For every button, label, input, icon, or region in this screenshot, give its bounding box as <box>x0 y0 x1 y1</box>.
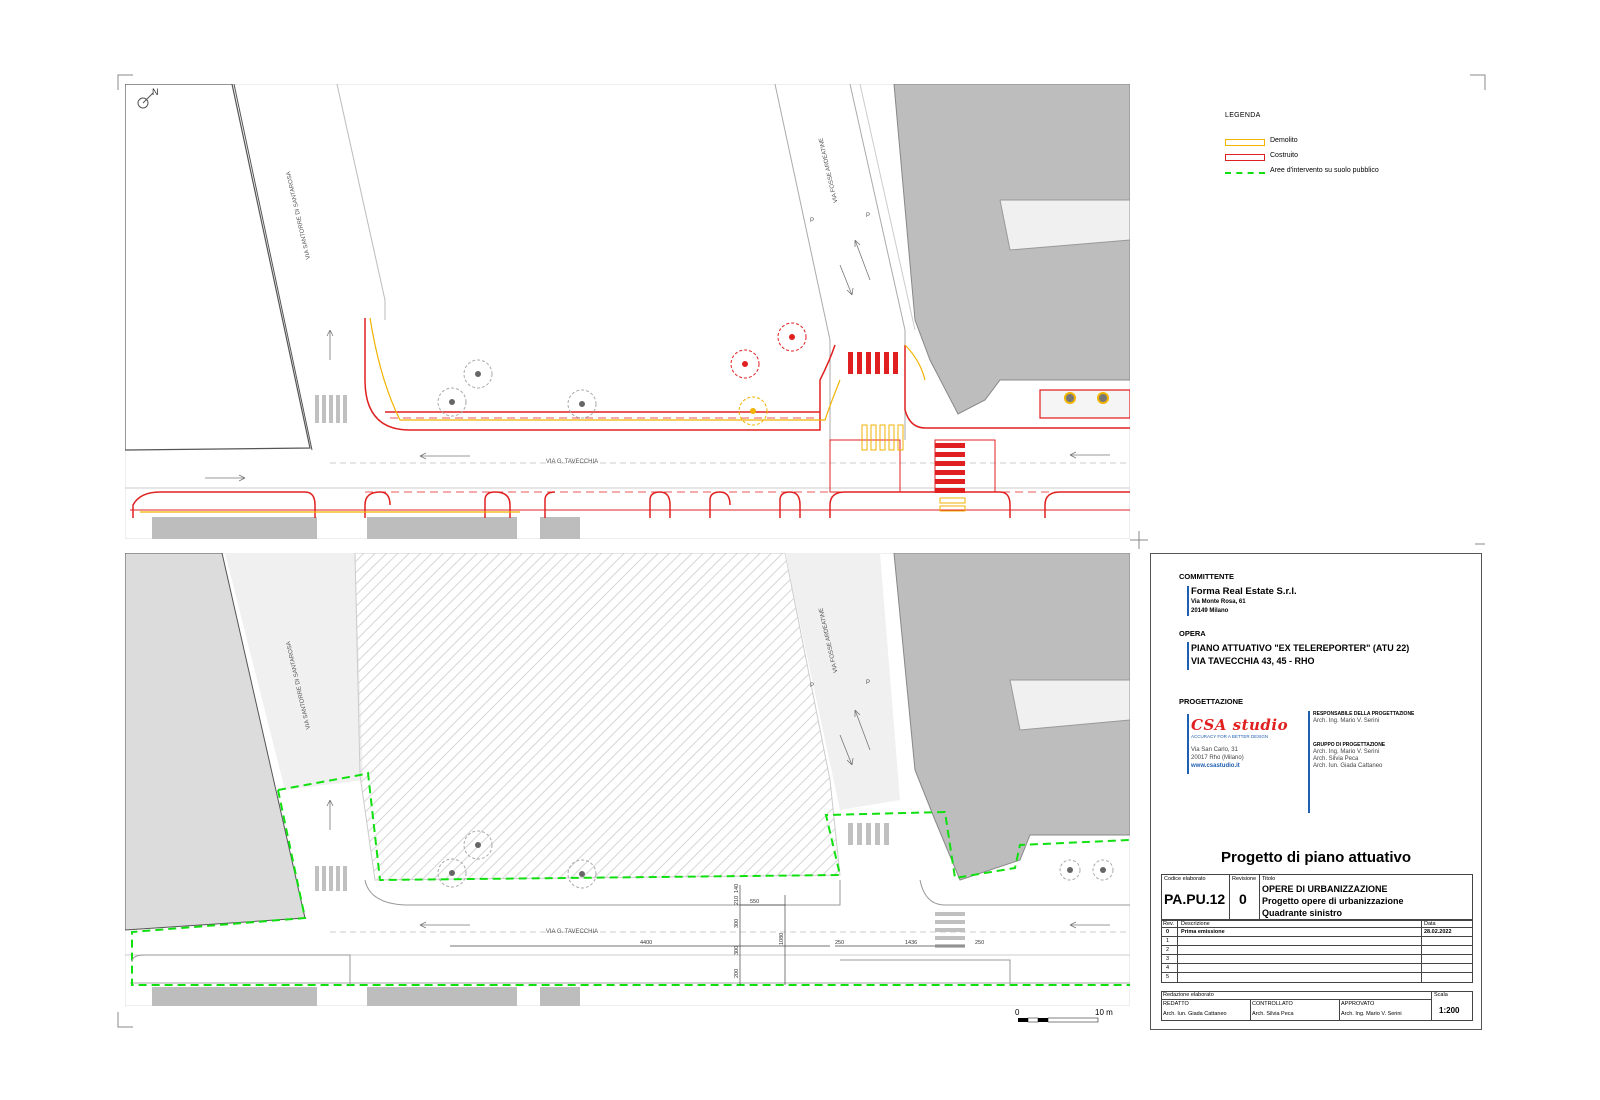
opera-line-2: VIA TAVECCHIA 43, 45 - RHO <box>1191 656 1315 666</box>
street-label-tavecchia: VIA G. TAVECCHIA <box>546 459 598 465</box>
redatto-label: REDATTO <box>1163 1001 1189 1007</box>
dim-250: 250 <box>975 940 984 946</box>
legend-item-aree: Aree d'intervento su suolo pubblico <box>1225 167 1485 179</box>
titolo-line-3: Quadrante sinistro <box>1262 908 1343 918</box>
street-label-tavecchia: VIA G. TAVECCHIA <box>546 929 598 935</box>
legend-item-costruito: Costruito <box>1225 152 1485 164</box>
dim-300: 300 <box>734 919 740 928</box>
legend-swatch <box>1225 139 1265 146</box>
svg-text:N: N <box>152 87 159 97</box>
rev-row-date: 28.02.2022 <box>1424 929 1452 935</box>
scale-bar: 0 10 m <box>1015 1008 1113 1023</box>
resp-label: RESPONSABILE DELLA PROGETTAZIONE <box>1313 711 1415 717</box>
titolo-line-2: Progetto opere di urbanizzazione <box>1262 896 1404 906</box>
dim-140: 140 <box>734 884 740 893</box>
committente-name: Forma Real Estate S.r.l. <box>1191 586 1297 597</box>
committente-label: COMMITTENTE <box>1179 572 1234 581</box>
legend-title: LEGENDA <box>1225 112 1261 119</box>
rev-row-number: 4 <box>1166 965 1170 971</box>
rev-row-desc: Prima emissione <box>1181 929 1225 935</box>
gruppo-label: GRUPPO DI PROGETTAZIONE <box>1313 742 1386 748</box>
parking-mark: P <box>866 213 870 219</box>
date-header: Data <box>1424 921 1436 927</box>
approvato-label: APPROVATO <box>1341 1001 1375 1007</box>
top-plan-panel: VIA SANTORRE DI SANTAROSA VIA FOSSE ARDE… <box>125 84 1130 539</box>
dim-200: 200 <box>734 969 740 978</box>
gruppo-member: Arch. Ing. Mario V. Serini <box>1313 749 1380 755</box>
dim-4400: 4400 <box>640 940 652 946</box>
scale-value: 1:200 <box>1439 1006 1460 1015</box>
studio-address: Via San Carlo, 31 <box>1191 747 1238 753</box>
parking-mark: P <box>810 683 814 689</box>
legend-label: Aree d'intervento su suolo pubblico <box>1270 167 1379 174</box>
controllato-name: Arch. Silvia Peca <box>1252 1011 1294 1017</box>
scala-label: Scala <box>1434 992 1448 998</box>
csa-studio-logo: CSA studio <box>1191 716 1289 734</box>
legend-swatch <box>1225 172 1265 174</box>
document-title: Progetto di piano attuativo <box>1221 849 1411 866</box>
parking-mark: P <box>866 680 870 686</box>
logo-tagline: ACCURACY FOR A BETTER DESIGN <box>1191 734 1269 739</box>
rev-row-number: 5 <box>1166 974 1170 980</box>
opera-label: OPERA <box>1179 629 1206 638</box>
parking-mark: P <box>810 218 814 224</box>
redazione-label: Redazione elaborato <box>1163 992 1214 998</box>
resp-name: Arch. Ing. Mario V. Serini <box>1313 718 1380 724</box>
accent-bar <box>1187 586 1189 616</box>
titolo-line-1: OPERE DI URBANIZZAZIONE <box>1262 884 1388 894</box>
dim-550: 550 <box>750 899 759 905</box>
accent-bar <box>1187 714 1189 774</box>
dim-210: 210 <box>734 896 740 905</box>
studio-city: 20017 Rho (Milano) <box>1191 755 1244 761</box>
rev-row-number: 2 <box>1166 947 1170 953</box>
controllato-label: CONTROLLATO <box>1252 1001 1293 1007</box>
dim-1436: 1436 <box>905 940 917 946</box>
studio-website-link[interactable]: www.csastudio.it <box>1191 763 1240 769</box>
accent-bar <box>1187 642 1189 670</box>
redatto-name: Arch. Iun. Giada Cattaneo <box>1163 1011 1227 1017</box>
approvato-name: Arch. Ing. Mario V. Serini <box>1341 1011 1402 1017</box>
revision-label: Revisione <box>1232 876 1257 882</box>
title-block: COMMITTENTE Forma Real Estate S.r.l. Via… <box>1150 553 1482 1030</box>
rev-row-number: 3 <box>1166 956 1170 962</box>
gruppo-member: Arch. Iun. Giada Cattaneo <box>1313 763 1383 769</box>
gruppo-member: Arch. Silvia Peca <box>1313 756 1359 762</box>
committente-address: Via Monte Rosa, 61 <box>1191 599 1246 605</box>
legend-swatch <box>1225 154 1265 161</box>
legend-label: Demolito <box>1270 137 1298 144</box>
accent-bar <box>1308 711 1310 813</box>
rev-row-number: 0 <box>1166 929 1170 935</box>
revision-value: 0 <box>1239 891 1247 907</box>
dim-1080: 1080 <box>779 933 785 945</box>
code-label: Codice elaborato <box>1164 876 1206 882</box>
progettazione-label: PROGETTAZIONE <box>1179 697 1244 706</box>
legend-label: Costruito <box>1270 152 1299 159</box>
drawing-code: PA.PU.12 <box>1164 891 1226 907</box>
scale-end: 10 m <box>1095 1008 1113 1017</box>
committente-city: 20149 Milano <box>1191 608 1229 614</box>
opera-line-1: PIANO ATTUATIVO "EX TELEREPORTER" (ATU 2… <box>1191 643 1410 653</box>
bottom-plan-panel: 4400 1436 250 250 550 210 300 300 200 14… <box>125 553 1130 1006</box>
rev-row-number: 1 <box>1166 938 1170 944</box>
rev-header: Rev. <box>1163 921 1174 927</box>
scale-start: 0 <box>1015 1008 1020 1017</box>
dim-250: 250 <box>835 940 844 946</box>
desc-header: Descrizione <box>1181 921 1210 927</box>
legend-item-demolito: Demolito <box>1225 137 1485 149</box>
titolo-label: Titolo <box>1262 876 1276 882</box>
dim-300: 300 <box>734 946 740 955</box>
